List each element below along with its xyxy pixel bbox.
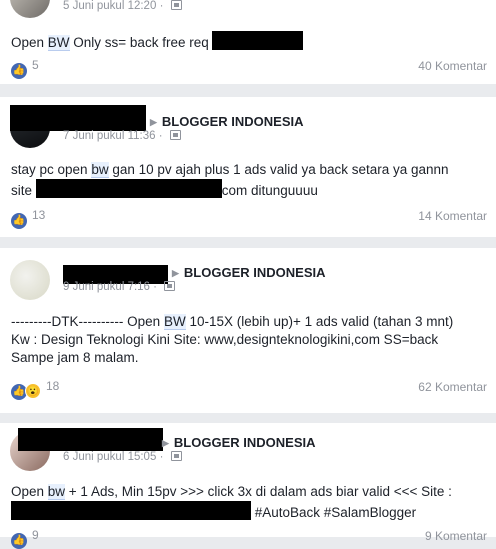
post-meta: 9 Juni pukul 7:16 · xyxy=(63,281,176,293)
redacted-block xyxy=(35,179,222,198)
post-card: 5 Juni pukul 12:20 · Open BW Only ss= ba… xyxy=(0,0,496,84)
post-text: Open BW Only ss= back free req xyxy=(11,31,487,52)
reactions[interactable]: 👍 9 xyxy=(11,528,39,549)
like-icon: 👍 xyxy=(11,533,27,549)
search-highlight: BW xyxy=(47,35,70,51)
avatar[interactable] xyxy=(10,0,50,18)
triangle-right-icon: ▶ xyxy=(150,117,157,127)
search-highlight: bw xyxy=(47,484,66,500)
globe-icon xyxy=(170,0,182,10)
post-card: ▶ BLOGGER INDONESIA 6 Juni pukul 15:05 · … xyxy=(0,423,496,549)
reactions[interactable]: 👍 😮 18 xyxy=(11,379,59,400)
post-text: stay pc open bw gan 10 pv ajah plus 1 ad… xyxy=(11,162,449,198)
globe-icon xyxy=(170,451,182,461)
post-time[interactable]: 6 Juni pukul 15:05 xyxy=(63,451,156,463)
search-highlight: BW xyxy=(163,314,186,330)
post-meta: 7 Juni pukul 11:36 · xyxy=(63,130,181,142)
reaction-count: 5 xyxy=(32,58,39,72)
reactions[interactable]: 👍 13 xyxy=(11,208,45,229)
avatar[interactable] xyxy=(10,260,50,300)
redacted-name xyxy=(18,428,163,451)
triangle-right-icon: ▶ xyxy=(162,438,169,448)
post-meta: 6 Juni pukul 15:05 · xyxy=(63,451,182,463)
like-icon: 👍 xyxy=(11,213,27,229)
group-name[interactable]: ▶ BLOGGER INDONESIA xyxy=(172,265,326,280)
post-text: Open bw + 1 Ads, Min 15pv >>> click 3x d… xyxy=(11,484,452,520)
post-meta: 5 Juni pukul 12:20 · xyxy=(63,0,182,12)
globe-icon xyxy=(164,281,176,291)
post-card: ▶ BLOGGER INDONESIA 7 Juni pukul 11:36 · … xyxy=(0,97,496,237)
redacted-block xyxy=(212,31,304,50)
reactions[interactable]: 👍 5 xyxy=(11,58,39,79)
group-name[interactable]: ▶ BLOGGER INDONESIA xyxy=(150,114,304,129)
search-highlight: bw xyxy=(91,162,109,178)
post-time[interactable]: 7 Juni pukul 11:36 xyxy=(63,130,156,142)
redacted-name xyxy=(10,105,146,131)
comment-count[interactable]: 62 Komentar xyxy=(418,380,487,394)
post-card: ▶ BLOGGER INDONESIA 9 Juni pukul 7:16 · -… xyxy=(0,248,496,413)
triangle-right-icon: ▶ xyxy=(172,268,179,278)
like-icon: 👍 xyxy=(11,63,27,79)
comment-count[interactable]: 14 Komentar xyxy=(418,209,487,223)
post-time[interactable]: 5 Juni pukul 12:20 xyxy=(63,0,156,12)
comment-count[interactable]: 9 Komentar xyxy=(425,529,487,543)
reaction-count: 13 xyxy=(32,208,46,222)
comment-count[interactable]: 40 Komentar xyxy=(418,59,487,73)
globe-icon xyxy=(169,130,181,140)
reaction-count: 9 xyxy=(32,528,39,542)
wow-icon: 😮 xyxy=(25,383,41,399)
post-text: ---------DTK---------- Open BW 10-15X (l… xyxy=(11,314,454,365)
redacted-block xyxy=(11,501,251,520)
group-name[interactable]: ▶ BLOGGER INDONESIA xyxy=(162,435,316,450)
post-time[interactable]: 9 Juni pukul 7:16 xyxy=(63,281,150,293)
reaction-count: 18 xyxy=(46,379,60,393)
